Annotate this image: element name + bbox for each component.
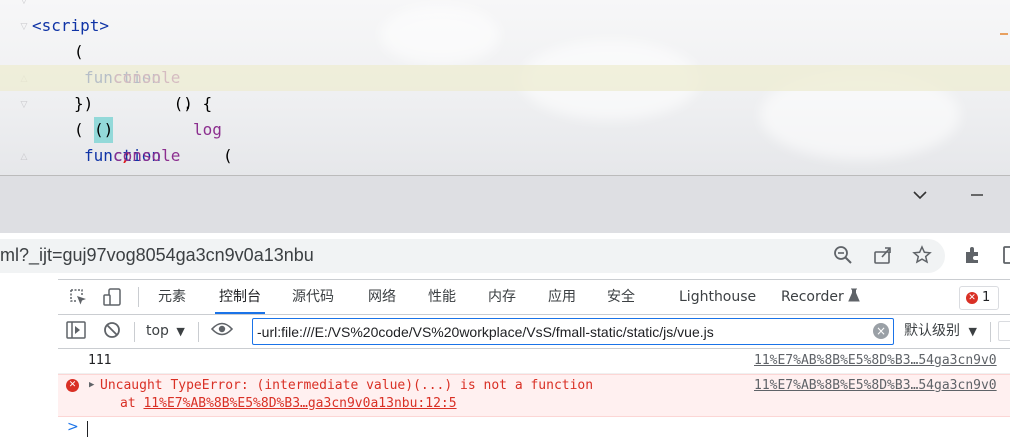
divider <box>138 287 139 307</box>
console-prompt[interactable]: > <box>58 416 1010 440</box>
tab-lighthouse[interactable]: Lighthouse <box>679 280 756 314</box>
tab-console[interactable]: 控制台 <box>215 280 265 314</box>
code-line-current[interactable]: }) () ; <box>0 65 1010 165</box>
clear-console-icon[interactable] <box>102 321 122 341</box>
error-message: Uncaught TypeError: (intermediate value)… <box>100 378 594 393</box>
devtools-tabbar: 元素 控制台 源代码 网络 性能 内存 应用 安全 Lighthouse Rec… <box>58 280 1010 315</box>
filter-input[interactable] <box>257 319 867 344</box>
address-bar: ml?_ijt=guj97vog8054ga3cn9v0a13nbu <box>0 233 1010 279</box>
eye-icon[interactable] <box>210 321 234 341</box>
prompt-chevron-icon: > <box>67 419 79 435</box>
log-message: 111 <box>88 353 112 368</box>
issues-button[interactable] <box>998 321 1010 341</box>
divider <box>134 322 135 342</box>
stack-link[interactable]: 11%E7%AB%8B%E5%8D%B3…ga3cn9v0a13nbu:12:5 <box>143 396 456 411</box>
chevron-down-icon[interactable] <box>907 184 933 206</box>
code-line[interactable]: console . log ( 111 ) <box>0 39 1010 175</box>
filter-box[interactable]: × <box>252 318 894 345</box>
context-value: top <box>146 323 169 339</box>
code-line[interactable]: })() <box>0 143 1010 175</box>
console-log-row: 111 11%E7%AB%8B%E5%8D%B3…54ga3cn9v0 <box>58 349 1010 374</box>
console-error-row: ✕ ▶ Uncaught TypeError: (intermediate va… <box>58 374 1010 417</box>
tab-application[interactable]: 应用 <box>548 280 576 314</box>
tab-memory[interactable]: 内存 <box>488 280 516 314</box>
console-toolbar: top ▼ × 默认级别 ▼ <box>58 315 1010 349</box>
error-icon: ✕ <box>966 292 978 304</box>
devtools-panel: 元素 控制台 源代码 网络 性能 内存 应用 安全 Lighthouse Rec… <box>58 279 1010 440</box>
code-line[interactable]: <script> <box>0 0 1010 35</box>
device-toolbar-icon[interactable] <box>102 287 122 307</box>
tab-network[interactable]: 网络 <box>368 280 396 314</box>
share-icon[interactable] <box>872 245 894 267</box>
sidebar-toggle-icon[interactable] <box>66 321 86 341</box>
error-icon: ✕ <box>66 379 79 392</box>
tab-recorder[interactable]: Recorder <box>781 280 860 314</box>
context-select[interactable]: top ▼ <box>146 321 185 341</box>
log-level-select[interactable]: 默认级别 ▼ <box>904 321 977 342</box>
tab-security[interactable]: 安全 <box>607 280 635 314</box>
tab-recorder-label: Recorder <box>781 289 844 305</box>
flask-icon <box>848 288 860 302</box>
error-count: 1 <box>982 290 991 305</box>
extensions-icon[interactable] <box>961 245 983 267</box>
code-line[interactable]: ( function () { <box>0 13 1010 113</box>
divider <box>990 322 991 342</box>
log-level-value: 默认级别 <box>904 323 960 339</box>
code-line[interactable]: ( function () { <box>0 91 1010 175</box>
star-icon[interactable] <box>911 245 933 267</box>
log-source-link[interactable]: 11%E7%AB%8B%E5%8D%B3…54ga3cn9v0 <box>754 353 997 368</box>
divider <box>198 322 199 342</box>
stack-prefix: at <box>120 396 144 411</box>
tab-elements[interactable]: 元素 <box>158 280 186 314</box>
url-text[interactable]: ml?_ijt=guj97vog8054ga3cn9v0a13nbu <box>0 245 314 266</box>
error-count-badge[interactable]: ✕ 1 <box>959 286 999 310</box>
code-editor[interactable]: ▽ ▽ △ ▽ △ <script> ( function () { conso… <box>0 0 1010 175</box>
caret-down-icon: ▼ <box>968 325 977 338</box>
error-source-link[interactable]: 11%E7%AB%8B%E5%8D%B3…54ga3cn9v0 <box>754 378 997 393</box>
caret-down-icon: ▼ <box>176 325 185 338</box>
text-caret <box>87 421 88 437</box>
stack-frame: at 11%E7%AB%8B%E5%8D%B3…ga3cn9v0a13nbu:1… <box>120 396 457 411</box>
scroll-marker <box>1000 33 1008 35</box>
inspect-element-icon[interactable] <box>68 287 88 307</box>
expand-triangle-icon[interactable]: ▶ <box>89 380 94 390</box>
split-view-icon[interactable] <box>998 245 1010 267</box>
zoom-icon[interactable] <box>832 245 854 267</box>
minimize-icon[interactable] <box>964 184 990 206</box>
tab-sources[interactable]: 源代码 <box>292 280 334 314</box>
clear-filter-icon[interactable]: × <box>873 323 889 339</box>
browser-titlebar <box>0 175 1010 234</box>
code-line[interactable]: console . log ( 111 ) <box>0 117 1010 175</box>
omnibox[interactable]: ml?_ijt=guj97vog8054ga3cn9v0a13nbu <box>0 239 945 273</box>
tab-performance[interactable]: 性能 <box>428 280 456 314</box>
